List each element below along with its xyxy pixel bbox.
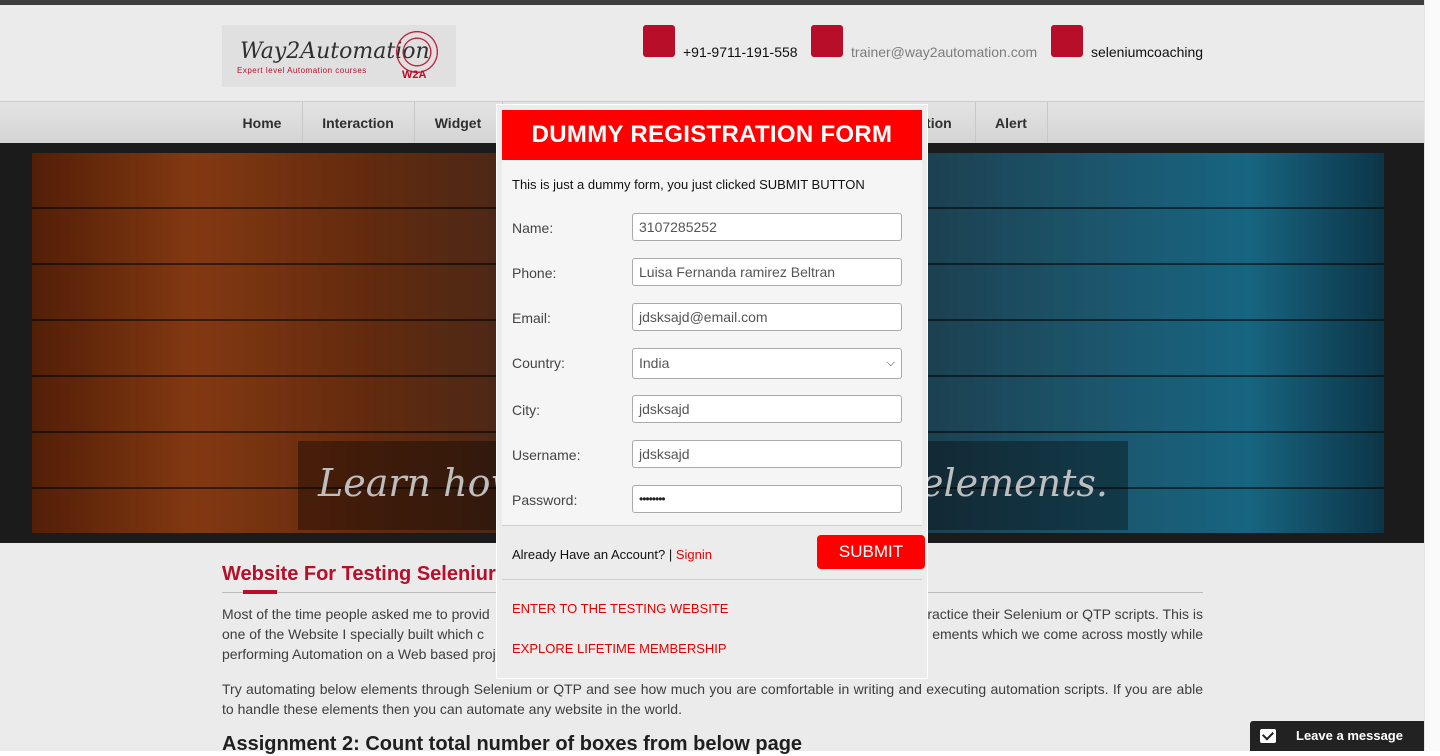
chat-widget[interactable]: Leave a message xyxy=(1250,721,1430,751)
country-select[interactable]: India ⌵ xyxy=(632,348,902,379)
form-note: This is just a dummy form, you just clic… xyxy=(512,177,865,192)
testing-website-link[interactable]: ENTER TO THE TESTING WEBSITE xyxy=(512,601,728,616)
submit-button[interactable]: SUBMIT xyxy=(817,535,925,569)
country-value: India xyxy=(639,355,670,371)
signin-prompt: Already Have an Account? | Signin xyxy=(512,547,712,562)
lifetime-membership-link[interactable]: EXPLORE LIFETIME MEMBERSHIP xyxy=(512,641,727,656)
name-label: Name: xyxy=(512,220,554,236)
chat-label: Leave a message xyxy=(1296,728,1403,743)
modal-divider-top xyxy=(502,525,922,526)
signin-link[interactable]: Signin xyxy=(676,547,712,562)
country-label: Country: xyxy=(512,355,565,371)
password-label: Password: xyxy=(512,492,578,508)
registration-modal: DUMMY REGISTRATION FORM This is just a d… xyxy=(497,105,927,678)
already-text: Already Have an Account? | xyxy=(512,547,676,562)
name-input[interactable]: 3107285252 xyxy=(632,213,902,241)
username-input[interactable]: jdsksajd xyxy=(632,440,902,468)
mail-icon xyxy=(1260,729,1276,743)
modal-divider-bottom xyxy=(502,579,922,580)
scrollbar[interactable] xyxy=(1424,0,1440,751)
chevron-down-icon: ⌵ xyxy=(886,357,895,369)
modal-form: This is just a dummy form, you just clic… xyxy=(502,160,922,525)
username-label: Username: xyxy=(512,447,581,463)
email-input[interactable]: jdsksajd@email.com xyxy=(632,303,902,331)
email-label: Email: xyxy=(512,310,551,326)
phone-input[interactable]: Luisa Fernanda ramirez Beltran xyxy=(632,258,902,286)
password-input[interactable]: •••••••• xyxy=(632,485,902,513)
city-label: City: xyxy=(512,402,540,418)
phone-label: Phone: xyxy=(512,265,557,281)
modal-title: DUMMY REGISTRATION FORM xyxy=(502,110,922,160)
city-input[interactable]: jdsksajd xyxy=(632,395,902,423)
